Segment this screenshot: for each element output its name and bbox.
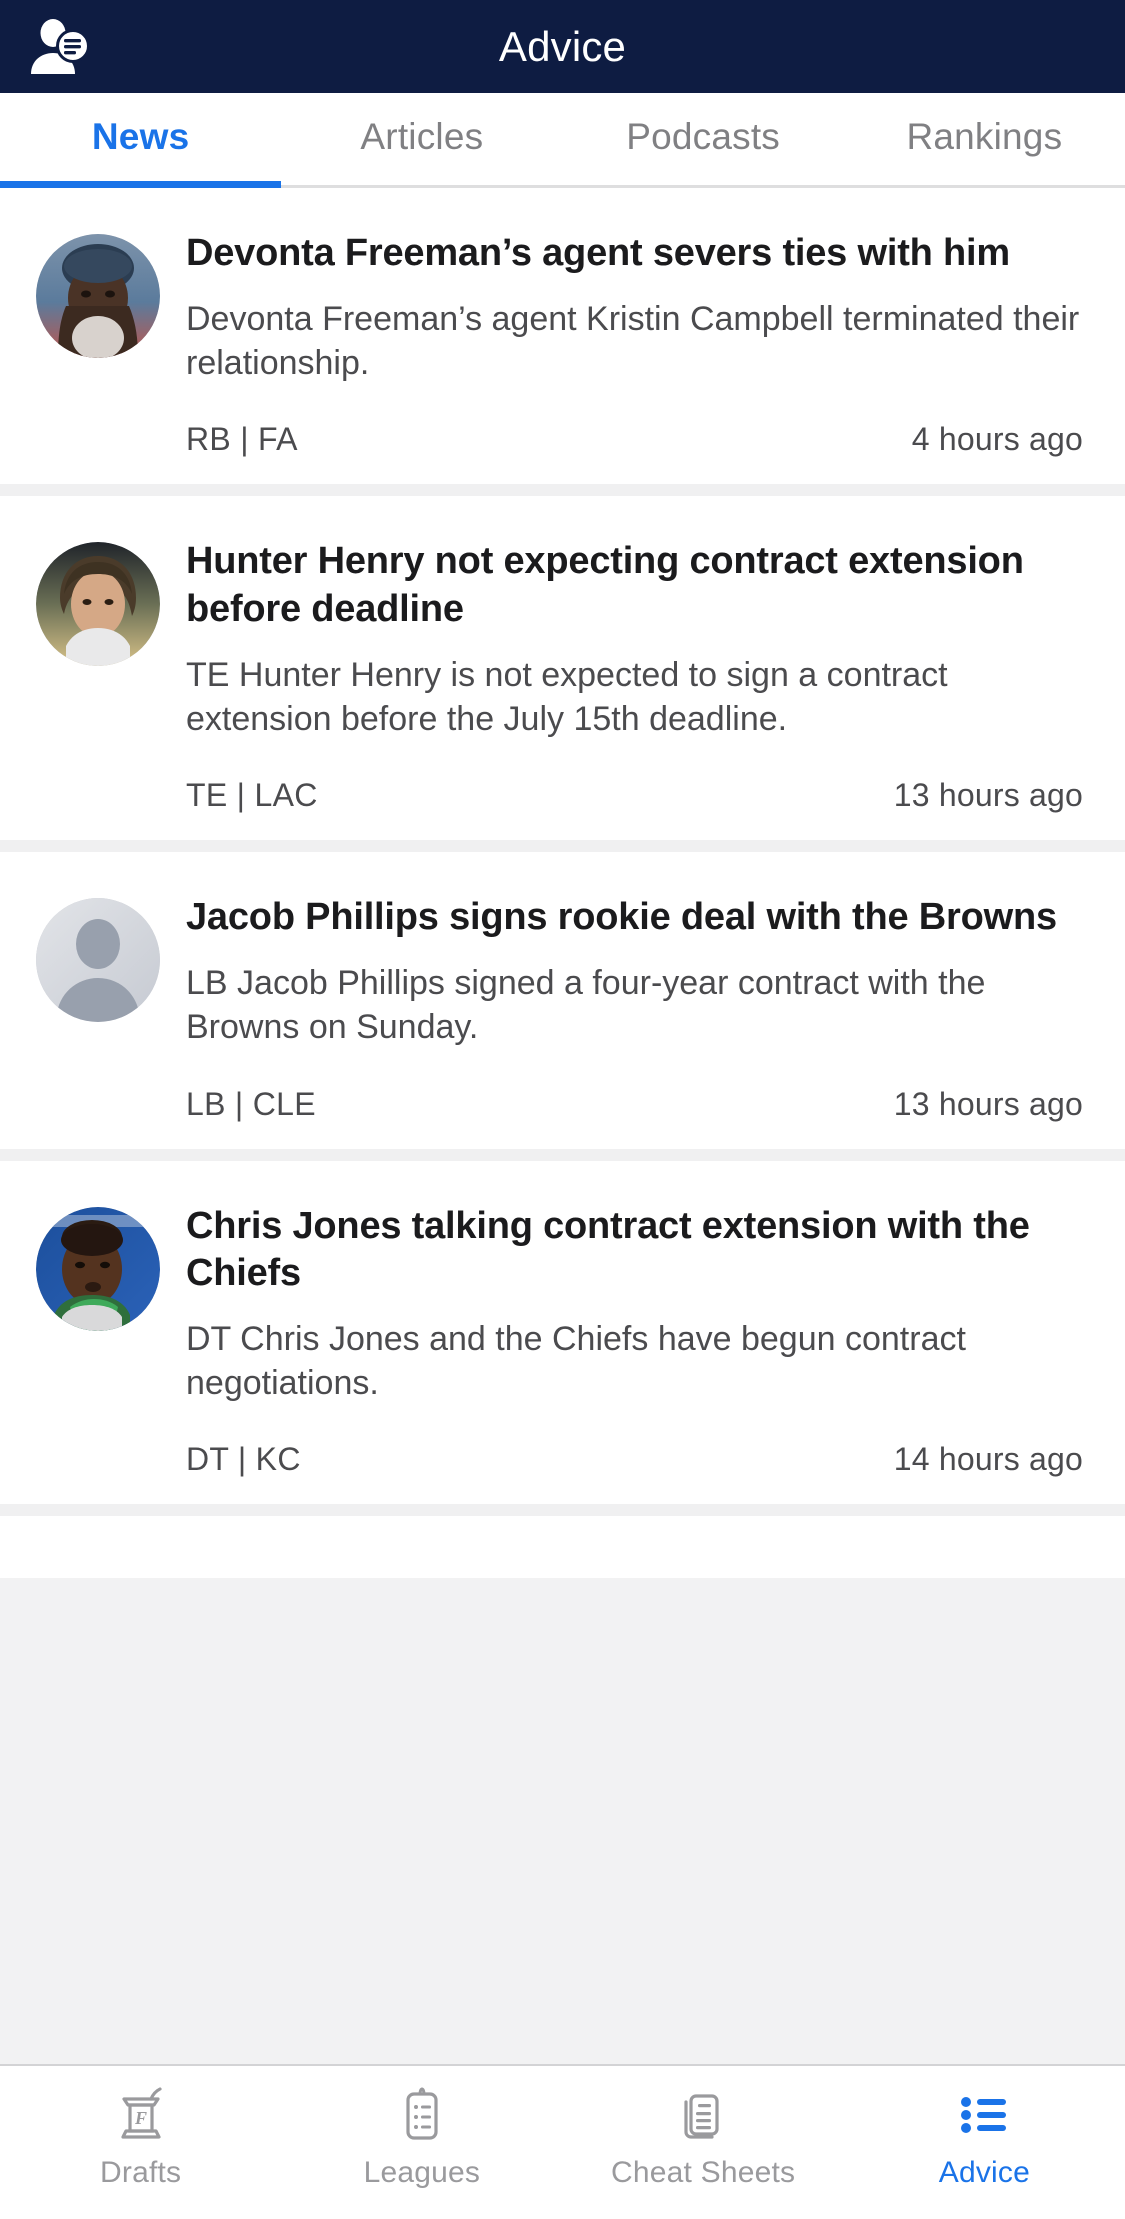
news-timestamp: 13 hours ago: [893, 1085, 1083, 1122]
news-title: Jacob Phillips signs rookie deal with th…: [186, 896, 1057, 939]
news-position-team: TE | LAC: [186, 777, 318, 814]
news-list-item[interactable]: Devonta Freeman’s agent severs ties with…: [0, 188, 1125, 497]
nav-label-advice: Advice: [938, 2156, 1030, 2189]
news-content: Chris Jones talking contract extension w…: [186, 1203, 1089, 1479]
news-meta: RB | FA 4 hours ago: [186, 421, 1089, 458]
app-header: Advice: [0, 0, 1125, 93]
tab-podcasts[interactable]: Podcasts: [563, 93, 844, 185]
tab-articles[interactable]: Articles: [281, 93, 562, 185]
news-summary: TE Hunter Henry is not expected to sign …: [186, 655, 948, 738]
news-meta: LB | CLE 13 hours ago: [186, 1086, 1089, 1123]
tab-news[interactable]: News: [0, 93, 282, 188]
bottom-navigation: F Drafts Leagues Cheat Sheets Advice: [0, 2064, 1125, 2219]
news-list[interactable]: Devonta Freeman’s agent severs ties with…: [0, 188, 1125, 2064]
list-tail-spacer: [0, 1516, 1125, 1579]
news-timestamp: 13 hours ago: [893, 777, 1083, 814]
svg-text:F: F: [134, 2108, 147, 2128]
news-title: Chris Jones talking contract extension w…: [186, 1204, 1030, 1294]
avatar: [36, 234, 160, 358]
podium-draft-icon: F: [110, 2082, 172, 2146]
news-position-team: LB | CLE: [186, 1085, 316, 1122]
news-summary: LB Jacob Phillips signed a four-year con…: [186, 964, 986, 1047]
tab-news-label: News: [91, 116, 190, 157]
tab-rankings[interactable]: Rankings: [844, 93, 1125, 185]
news-list-item[interactable]: Jacob Phillips signs rookie deal with th…: [0, 852, 1125, 1161]
avatar-placeholder: [36, 898, 160, 1023]
news-title: Devonta Freeman’s agent severs ties with…: [186, 232, 1010, 274]
news-title: Hunter Henry not expecting contract exte…: [186, 540, 1024, 630]
news-timestamp: 4 hours ago: [911, 421, 1083, 458]
nav-label-leagues: Leagues: [363, 2156, 481, 2189]
person-message-icon[interactable]: [26, 16, 94, 78]
avatar: [36, 1206, 160, 1331]
news-timestamp: 14 hours ago: [893, 1441, 1083, 1478]
nav-item-drafts[interactable]: F Drafts: [0, 2082, 281, 2190]
section-tabs: News Articles Podcasts Rankings: [0, 93, 1125, 188]
nav-item-leagues[interactable]: Leagues: [281, 2082, 562, 2190]
bulleted-list-icon: [953, 2082, 1015, 2146]
news-list-item[interactable]: Hunter Henry not expecting contract exte…: [0, 496, 1125, 853]
news-summary: Devonta Freeman’s agent Kristin Campbell…: [186, 300, 1080, 383]
documents-icon: [672, 2082, 734, 2146]
tab-podcasts-label: Podcasts: [626, 116, 781, 157]
nav-item-cheat-sheets[interactable]: Cheat Sheets: [563, 2082, 844, 2190]
news-position-team: RB | FA: [186, 421, 298, 458]
news-list-item[interactable]: Chris Jones talking contract extension w…: [0, 1160, 1125, 1517]
clipboard-icon: [391, 2082, 453, 2146]
news-summary: DT Chris Jones and the Chiefs have begun…: [186, 1319, 966, 1402]
news-meta: TE | LAC 13 hours ago: [186, 777, 1089, 814]
app-root: Advice News Articles Podcasts Rankings D…: [0, 0, 1125, 2219]
news-content: Devonta Freeman’s agent severs ties with…: [186, 230, 1089, 458]
nav-label-drafts: Drafts: [100, 2156, 182, 2189]
news-position-team: DT | KC: [186, 1441, 301, 1478]
nav-item-advice[interactable]: Advice: [844, 2082, 1125, 2190]
tab-articles-label: Articles: [360, 116, 484, 157]
nav-label-cheat-sheets: Cheat Sheets: [611, 2156, 796, 2189]
news-content: Jacob Phillips signs rookie deal with th…: [186, 894, 1089, 1122]
news-content: Hunter Henry not expecting contract exte…: [186, 538, 1089, 814]
tab-rankings-label: Rankings: [906, 116, 1063, 157]
page-title: Advice: [498, 22, 627, 70]
avatar: [36, 542, 160, 667]
news-meta: DT | KC 14 hours ago: [186, 1441, 1089, 1478]
